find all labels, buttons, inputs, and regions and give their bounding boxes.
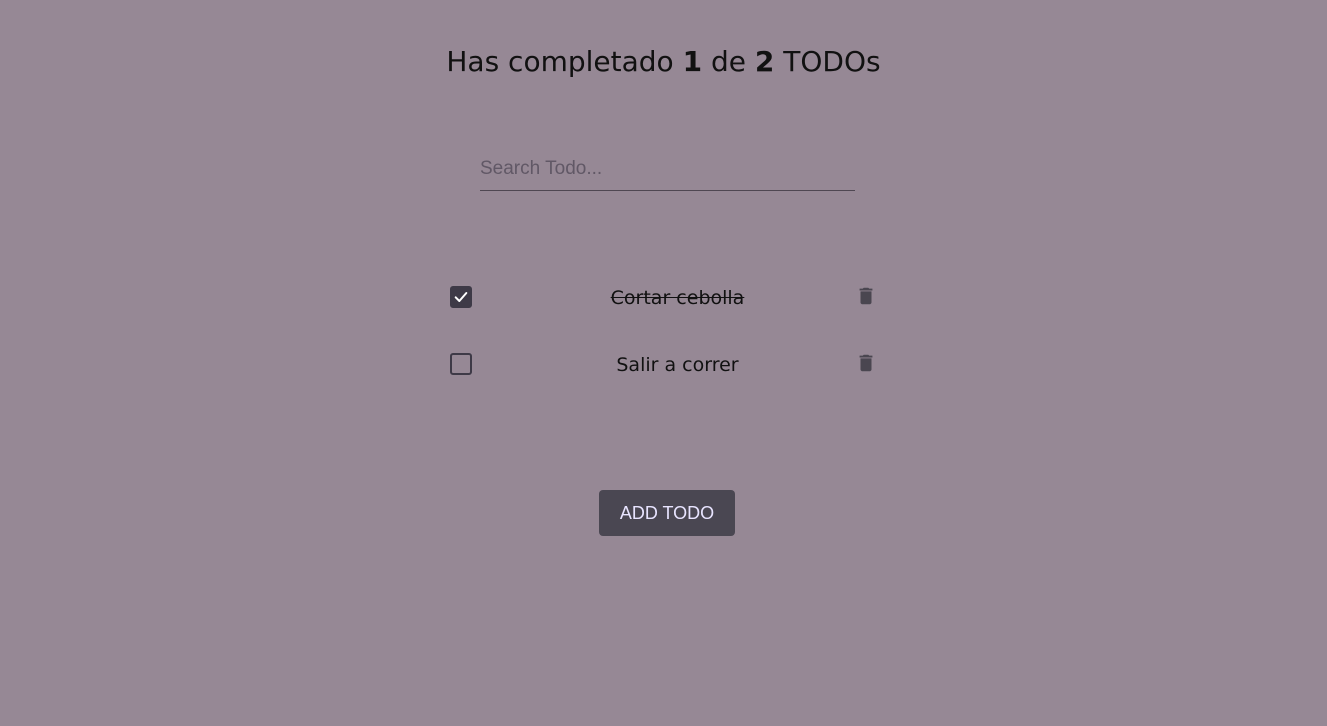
counter-prefix: Has completado (446, 45, 674, 78)
counter-middle: de (710, 45, 746, 78)
todo-checkbox[interactable] (450, 353, 472, 375)
total-count: 2 (754, 45, 775, 78)
completion-counter: Has completado 1 de 2 TODOs (0, 40, 1327, 84)
todo-item: Cortar cebolla (445, 273, 882, 321)
check-icon (454, 292, 468, 302)
todo-list: Cortar cebolla Salir a correr (445, 273, 882, 407)
trash-icon[interactable] (855, 284, 877, 308)
todo-text: Cortar cebolla (610, 287, 745, 309)
search-field (480, 150, 855, 191)
todo-text: Salir a correr (616, 354, 739, 376)
counter-suffix: TODOs (783, 45, 881, 78)
search-input[interactable] (480, 150, 855, 188)
completed-count: 1 (682, 45, 703, 78)
todo-checkbox[interactable] (450, 286, 472, 308)
todo-item: Salir a correr (445, 340, 882, 388)
add-todo-button[interactable]: ADD TODO (599, 490, 735, 536)
trash-icon[interactable] (855, 351, 877, 375)
